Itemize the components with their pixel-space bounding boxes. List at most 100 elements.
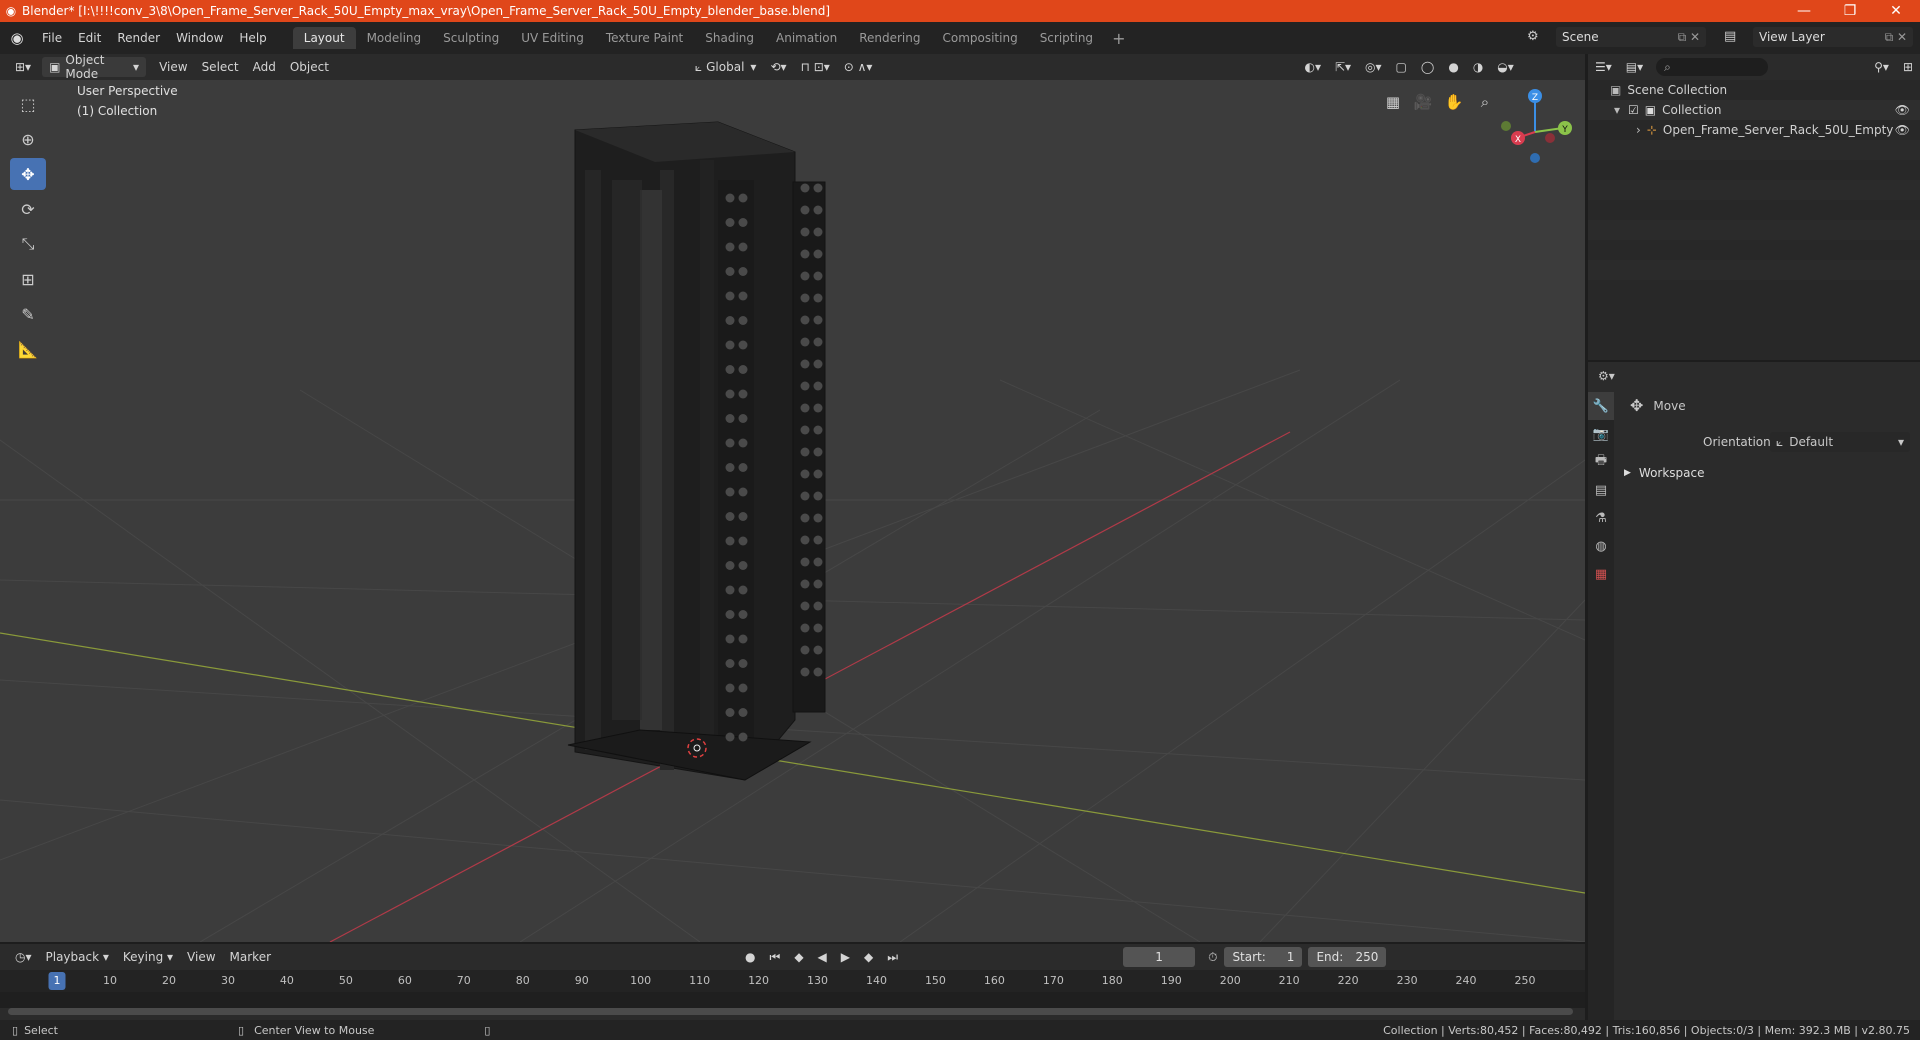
- move-tool-icon[interactable]: ✥: [10, 158, 46, 190]
- expand-arrow-icon[interactable]: ▾: [1614, 103, 1620, 117]
- neg-z-axis-handle[interactable]: [1530, 153, 1540, 163]
- tab-modeling[interactable]: Modeling: [356, 27, 433, 49]
- outliner-row-scene-collection[interactable]: ▣ Scene Collection: [1588, 80, 1920, 100]
- editor-type-icon[interactable]: ⊞▾: [8, 57, 38, 77]
- view-layer-close-icon[interactable]: ⧉ ✕: [1885, 30, 1913, 45]
- start-frame-field[interactable]: Start: 1: [1224, 947, 1303, 967]
- jump-end-icon[interactable]: ⏭: [880, 947, 905, 967]
- viewport-menu-select[interactable]: Select: [195, 57, 246, 77]
- tab-animation[interactable]: Animation: [765, 27, 848, 49]
- display-mode-icon[interactable]: ▤▾: [1619, 57, 1650, 77]
- scene-selector[interactable]: Scene ⧉ ✕: [1556, 27, 1706, 47]
- select-box-tool-icon[interactable]: ⬚: [10, 88, 46, 120]
- annotate-tool-icon[interactable]: ✎: [10, 298, 46, 330]
- blender-menu-icon[interactable]: ◉: [0, 29, 34, 47]
- toggle-grid-icon[interactable]: ▦: [1381, 90, 1405, 114]
- timeline-menu-marker[interactable]: Marker: [223, 947, 278, 967]
- tab-compositing[interactable]: Compositing: [931, 27, 1028, 49]
- shading-material-icon[interactable]: ◑: [1466, 57, 1490, 77]
- expand-arrow-icon[interactable]: ›: [1636, 123, 1641, 137]
- keyframe-track[interactable]: [0, 992, 1585, 1008]
- minimize-button[interactable]: —: [1781, 0, 1827, 22]
- server-rack-model[interactable]: [567, 121, 826, 781]
- tab-scripting[interactable]: Scripting: [1029, 27, 1104, 49]
- menu-file[interactable]: File: [34, 31, 70, 45]
- view-layer-icon[interactable]: ▤: [1724, 29, 1736, 44]
- rotate-tool-icon[interactable]: ⟳: [10, 193, 46, 225]
- transform-tool-icon[interactable]: ⊞: [10, 263, 46, 295]
- scale-tool-icon[interactable]: ⤡: [10, 228, 46, 260]
- pan-view-icon[interactable]: ✋: [1442, 90, 1466, 114]
- menu-edit[interactable]: Edit: [70, 31, 109, 45]
- visibility-icon[interactable]: ◐▾: [1297, 57, 1328, 77]
- scene-close-icon[interactable]: ⧉ ✕: [1678, 30, 1706, 45]
- viewport-menu-object[interactable]: Object: [283, 57, 336, 77]
- add-workspace-button[interactable]: +: [1104, 29, 1133, 48]
- view-layer-tab-icon[interactable]: ▤: [1588, 476, 1614, 504]
- gizmo-toggle-icon[interactable]: ⇱▾: [1328, 57, 1358, 77]
- timeline-menu-keying[interactable]: Keying ▾: [116, 947, 180, 967]
- eye-icon[interactable]: 👁: [1895, 123, 1910, 137]
- viewport-menu-add[interactable]: Add: [246, 57, 283, 77]
- close-button[interactable]: ✕: [1873, 0, 1919, 22]
- menu-window[interactable]: Window: [168, 31, 231, 45]
- tab-rendering[interactable]: Rendering: [848, 27, 931, 49]
- tab-uv-editing[interactable]: UV Editing: [510, 27, 595, 49]
- scene-tab-icon[interactable]: ⚗: [1588, 504, 1614, 532]
- tool-tab-icon[interactable]: 🔧: [1588, 392, 1614, 420]
- texture-tab-icon[interactable]: ▦: [1588, 560, 1614, 588]
- shading-wireframe-icon[interactable]: ◯: [1414, 57, 1441, 77]
- timeline-scrollbar[interactable]: [8, 1008, 1573, 1015]
- frame-ruler[interactable]: 1 10 20 30 40 50 60 70 80 90 100 110 120 130 140 150 160…: [0, 970, 1585, 992]
- restore-button[interactable]: ❐: [1827, 0, 1873, 22]
- timeline-editor-type-icon[interactable]: ◷▾: [8, 947, 39, 967]
- tab-shading[interactable]: Shading: [694, 27, 765, 49]
- outliner-search-input[interactable]: ⌕: [1656, 58, 1769, 76]
- new-collection-icon[interactable]: ⊞: [1896, 57, 1920, 77]
- tab-sculpting[interactable]: Sculpting: [432, 27, 510, 49]
- neg-x-axis-handle[interactable]: [1545, 133, 1555, 143]
- timeline-menu-view[interactable]: View: [180, 947, 222, 967]
- outliner-row-collection[interactable]: ▾ ☑ ▣ Collection 👁: [1588, 100, 1920, 120]
- orientation-dropdown[interactable]: ⟀ Default ▾: [1770, 432, 1910, 452]
- xray-icon[interactable]: ▢: [1389, 57, 1414, 77]
- current-frame-field[interactable]: 1: [1123, 947, 1196, 967]
- play-reverse-icon[interactable]: ◀: [811, 947, 834, 967]
- world-tab-icon[interactable]: ◍: [1588, 532, 1614, 560]
- jump-keyframe-back-icon[interactable]: ◆: [787, 947, 810, 967]
- shading-rendered-icon[interactable]: ◒▾: [1490, 57, 1521, 77]
- filter-icon[interactable]: ⚲▾: [1867, 57, 1896, 77]
- eye-icon[interactable]: 👁: [1895, 103, 1910, 117]
- view-layer-selector[interactable]: View Layer ⧉ ✕: [1753, 27, 1913, 47]
- properties-editor-type-icon[interactable]: ⚙▾: [1598, 369, 1615, 383]
- navigation-gizmo[interactable]: Z Y X: [1490, 84, 1580, 174]
- proportional-edit-icon[interactable]: ⊙ ∧▾: [837, 57, 880, 77]
- checkbox-icon[interactable]: ☑: [1628, 103, 1639, 117]
- tab-layout[interactable]: Layout: [292, 27, 356, 49]
- workspace-panel-header[interactable]: ▶ Workspace: [1624, 466, 1705, 480]
- tab-texture-paint[interactable]: Texture Paint: [595, 27, 694, 49]
- jump-start-icon[interactable]: ⏮: [763, 947, 788, 967]
- stopwatch-icon[interactable]: ⏱: [1201, 947, 1224, 967]
- scene-icon[interactable]: ⚙: [1527, 29, 1539, 44]
- pivot-point-icon[interactable]: ⟲▾: [763, 57, 793, 77]
- play-icon[interactable]: ▶: [834, 947, 857, 967]
- 3d-viewport[interactable]: User Perspective (1) Collection: [0, 80, 1585, 942]
- viewport-menu-view[interactable]: View: [152, 57, 194, 77]
- timeline-menu-playback[interactable]: Playback ▾: [39, 947, 116, 967]
- transform-orientation-dropdown[interactable]: ⟀ Global ▾: [688, 57, 764, 77]
- overlay-toggle-icon[interactable]: ◎▾: [1358, 57, 1389, 77]
- snap-icon[interactable]: ⊓ ⊡▾: [794, 57, 837, 77]
- menu-help[interactable]: Help: [231, 31, 274, 45]
- end-frame-field[interactable]: End: 250: [1308, 947, 1387, 967]
- camera-view-icon[interactable]: 🎥: [1411, 90, 1435, 114]
- neg-y-axis-handle[interactable]: [1501, 121, 1511, 131]
- jump-keyframe-forward-icon[interactable]: ◆: [857, 947, 880, 967]
- cursor-tool-icon[interactable]: ⊕: [10, 123, 46, 155]
- measure-tool-icon[interactable]: 📐: [10, 333, 46, 365]
- render-tab-icon[interactable]: 📷: [1588, 420, 1614, 448]
- outliner-row-object[interactable]: › ⊹ Open_Frame_Server_Rack_50U_Empty 👁: [1588, 120, 1920, 140]
- outliner-editor-type-icon[interactable]: ☰▾: [1588, 57, 1619, 77]
- shading-solid-icon[interactable]: ●: [1441, 57, 1465, 77]
- output-tab-icon[interactable]: 🖶: [1588, 448, 1614, 476]
